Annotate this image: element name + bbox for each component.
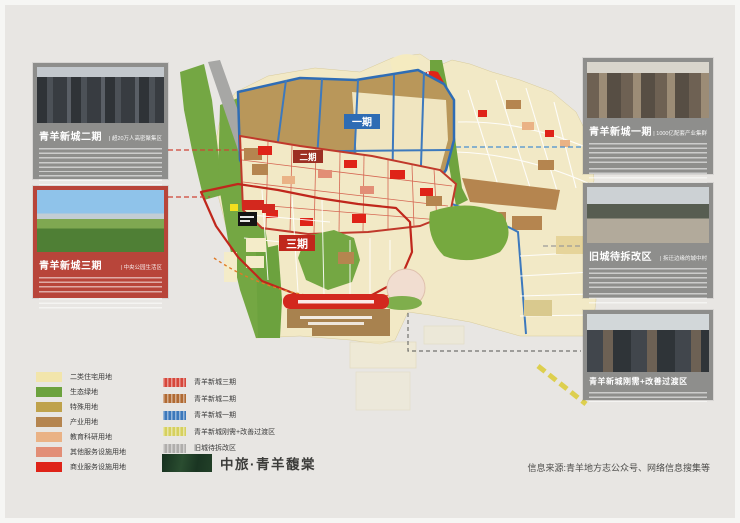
legend-districts: 青羊新城三期 青羊新城二期 青羊新城一期 青羊新城刚需+改善过渡区 旧城待拆改区: [163, 377, 275, 453]
legend-swatch: [163, 427, 186, 436]
phase1-bodytext: [589, 143, 707, 165]
phase1-photo: [587, 62, 709, 118]
phase2-title: 青羊新城二期: [39, 128, 102, 143]
phase1-title-row: 青羊新城一期 | 1000亿配套产业集群: [583, 118, 713, 140]
transition-photo: [587, 314, 709, 372]
panel-oldtown: 旧城待拆改区 | 拆迁边缘的城中村: [583, 183, 713, 298]
east-parcel2: [524, 300, 552, 316]
phase1-title: 青羊新城一期: [589, 123, 652, 138]
legend-swatch: [36, 462, 62, 472]
legend-swatch: [163, 394, 186, 403]
legend-swatch: [36, 372, 62, 382]
legend-item: 产业用地: [36, 417, 126, 427]
brand-logo: 中旅·青羊馥棠: [162, 453, 316, 473]
legend-swatch: [163, 378, 186, 387]
green-blob-east: [429, 205, 508, 260]
legend-swatch: [36, 447, 62, 457]
phase1-subtitle: | 1000亿配套产业集群: [653, 129, 707, 137]
yellow-band: [538, 366, 586, 404]
legend-landuse: 二类住宅用地 生态绿地 特殊用地 产业用地 教育科研用地 其他服务设施用地 商业…: [36, 372, 126, 472]
legend-item: 青羊新城刚需+改善过渡区: [163, 427, 275, 437]
panel-phase3: 青羊新城三期 | 中央公园生活区: [33, 186, 168, 298]
logo-image: [162, 454, 212, 472]
legend-item: 特殊用地: [36, 402, 126, 412]
phase3-bodytext2: [39, 298, 162, 310]
svg-text:一期: 一期: [352, 116, 372, 129]
legend-swatch: [36, 387, 62, 397]
oldtown-title-row: 旧城待拆改区 | 拆迁边缘的城中村: [583, 243, 713, 265]
transition-title: 青羊新城刚需+改善过渡区: [589, 376, 688, 387]
center-text-mark: [300, 316, 372, 319]
legend-item: 二类住宅用地: [36, 372, 126, 382]
phase3-title-row: 青羊新城三期 | 中央公园生活区: [33, 252, 168, 274]
panel-phase2: 青羊新城二期 | 超20万人高密聚集区: [33, 63, 168, 179]
legend-item: 生态绿地: [36, 387, 126, 397]
oldtown-bodytext: [589, 268, 707, 290]
oldtown-photo: [587, 187, 709, 243]
phase3-title: 青羊新城三期: [39, 257, 102, 272]
center-text-mark2: [308, 322, 364, 325]
phase1-bodytext2: [589, 168, 707, 184]
legend-item: 青羊新城一期: [163, 410, 275, 420]
phase3-bodytext: [39, 277, 162, 295]
transition-bodytext: [589, 392, 707, 402]
legend-swatch: [36, 432, 62, 442]
legend-swatch: [163, 444, 186, 453]
banner-text-mark: [298, 300, 374, 304]
phase1-label: 一期: [344, 114, 380, 129]
panel-phase1: 青羊新城一期 | 1000亿配套产业集群: [583, 58, 713, 174]
legend-swatch: [163, 411, 186, 420]
legend-item: 旧城待拆改区: [163, 443, 275, 453]
phase2-title-row: 青羊新城二期 | 超20万人高密聚集区: [33, 123, 168, 145]
legend-item: 教育科研用地: [36, 432, 126, 442]
phase2-subtitle: | 超20万人高密聚集区: [109, 134, 162, 142]
oldtown-title: 旧城待拆改区: [589, 248, 652, 263]
legend-item: 青羊新城二期: [163, 394, 275, 404]
phase3-photo: [37, 190, 164, 252]
svg-text:二期: 二期: [299, 152, 317, 162]
svg-text:三期: 三期: [286, 237, 308, 251]
legend-item: 商业服务设施用地: [36, 462, 126, 472]
phase3-label: 三期: [279, 235, 315, 251]
phase3-subtitle: | 中央公园生活区: [121, 263, 162, 271]
phase2-photo: [37, 67, 164, 123]
legend-item: 其他服务设施用地: [36, 447, 126, 457]
panel-transition: 青羊新城刚需+改善过渡区: [583, 310, 713, 400]
planning-poster: 一期 二期 三期 青羊新城二期 | 超20万人高密聚集区: [0, 0, 740, 523]
project-site-parcel: [238, 212, 257, 226]
transition-title-row: 青羊新城刚需+改善过渡区: [583, 372, 713, 389]
logo-wordmark: 中旅·青羊馥棠: [220, 453, 316, 473]
source-note: 信息来源:青羊地方志公众号、网络信息搜集等: [527, 461, 710, 474]
legend-swatch: [36, 402, 62, 412]
oldtown-subtitle: | 拆迁边缘的城中村: [660, 254, 707, 262]
phase2-label: 二期: [293, 150, 323, 163]
oldtown-bodytext2: [589, 293, 707, 307]
legend-swatch: [36, 417, 62, 427]
legend-item: 青羊新城三期: [163, 377, 275, 387]
phase2-bodytext: [39, 148, 162, 172]
